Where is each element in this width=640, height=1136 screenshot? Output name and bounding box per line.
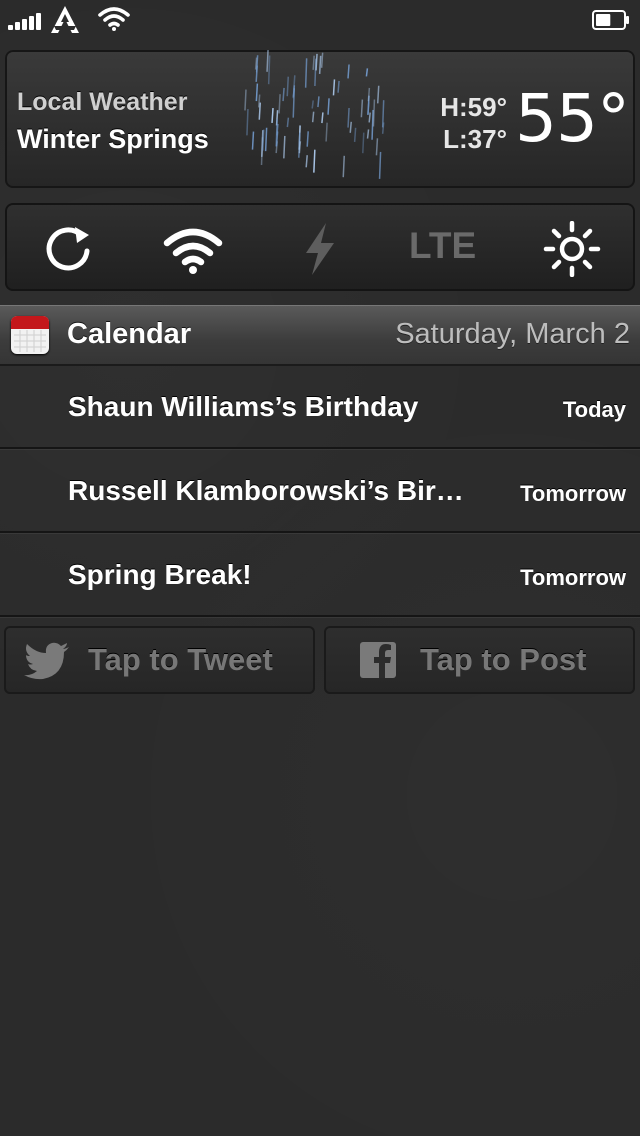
weather-low: L:37°: [443, 124, 507, 154]
calendar-header[interactable]: Calendar Saturday, March 2: [0, 305, 640, 366]
calendar-event-row[interactable]: Shaun Williams’s Birthday Today: [0, 365, 640, 449]
post-label: Tap to Post: [420, 642, 587, 677]
tap-to-tweet-button[interactable]: Tap to Tweet: [4, 626, 315, 694]
wifi-toggle-icon[interactable]: [163, 221, 223, 277]
weather-city: Winter Springs: [17, 124, 209, 154]
event-when: Today: [562, 397, 626, 422]
calendar-title: Calendar: [67, 318, 192, 350]
toggles-bar: LTE: [5, 203, 635, 291]
brightness-icon[interactable]: [542, 221, 602, 277]
signal-icon: [8, 10, 42, 30]
weather-temperature: 55°: [515, 80, 630, 157]
calendar-event-row[interactable]: Spring Break! Tomorrow: [0, 533, 640, 617]
calendar-date: Saturday, March 2: [395, 318, 630, 350]
lte-toggle[interactable]: LTE: [409, 225, 476, 267]
tweet-label: Tap to Tweet: [88, 642, 273, 677]
event-title: Spring Break!: [68, 559, 252, 590]
calendar-app-icon: [11, 316, 49, 354]
twitter-bird-icon: [24, 642, 69, 680]
rain-icon: [244, 50, 385, 179]
weather-location-label: Local Weather: [17, 88, 188, 116]
wifi-icon: [98, 7, 130, 31]
flash-icon[interactable]: [290, 221, 350, 277]
weather-widget[interactable]: Local Weather Winter Springs H:59° L:37°…: [5, 50, 635, 188]
event-title: Shaun Williams’s Birthday: [68, 391, 419, 422]
facebook-icon: [360, 642, 396, 678]
weather-high: H:59°: [440, 92, 507, 122]
event-when: Tomorrow: [520, 565, 626, 590]
rotation-lock-icon[interactable]: [39, 221, 99, 277]
carrier-logo-icon: [51, 6, 79, 33]
status-bar: [0, 0, 640, 40]
calendar-event-row[interactable]: Russell Klamborowski’s Bir… Tomorrow: [0, 449, 640, 533]
event-when: Tomorrow: [520, 481, 626, 506]
battery-icon: [592, 10, 629, 30]
event-title: Russell Klamborowski’s Bir…: [68, 475, 464, 506]
tap-to-post-button[interactable]: Tap to Post: [324, 626, 635, 694]
